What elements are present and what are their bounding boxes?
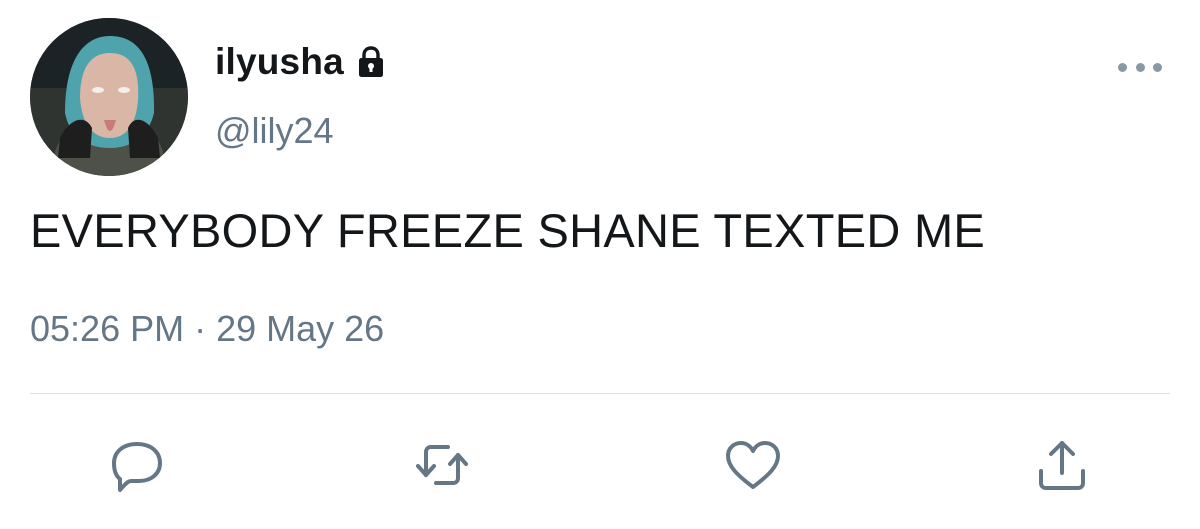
tweet-timestamp[interactable]: 05:26 PM · 29 May 26 (30, 308, 384, 350)
more-options-icon (1118, 62, 1127, 72)
reply-button[interactable] (107, 435, 167, 495)
retweet-button[interactable] (412, 435, 472, 495)
tweet-card: ilyusha @lily24 EVERYBODY FREEZE SHANE T… (0, 0, 1200, 529)
share-icon (1039, 441, 1085, 490)
like-button[interactable] (723, 435, 783, 495)
display-name[interactable]: ilyusha (215, 41, 344, 83)
heart-icon (726, 441, 780, 489)
more-options-icon (1135, 62, 1145, 72)
tweet-text: EVERYBODY FREEZE SHANE TEXTED ME (30, 204, 986, 257)
avatar-image (30, 18, 188, 176)
more-options-icon (1153, 62, 1162, 72)
display-name-row: ilyusha (215, 40, 388, 84)
more-options-button[interactable] (1118, 55, 1162, 79)
user-handle[interactable]: @lily24 (215, 110, 334, 152)
share-button[interactable] (1032, 435, 1092, 495)
retweet-icon (416, 445, 468, 485)
lock-icon (354, 45, 388, 79)
reply-icon (112, 442, 162, 492)
avatar[interactable] (30, 18, 188, 176)
divider (30, 393, 1170, 394)
